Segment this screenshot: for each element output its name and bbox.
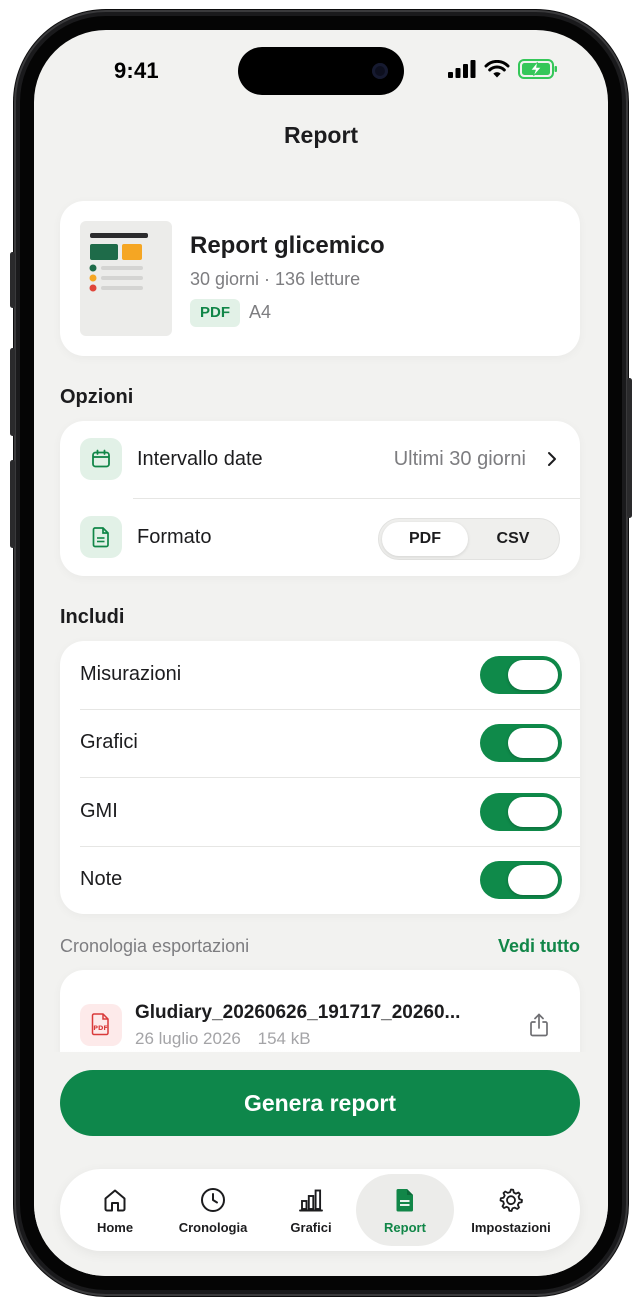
date-range-label: Intervallo date [137, 448, 263, 470]
status-icons [448, 59, 558, 79]
file-meta: 26 luglio 2026 154 kB [135, 1029, 323, 1049]
include-row-notes: Note [60, 846, 580, 914]
tab-settings[interactable]: Impostazioni [458, 1174, 564, 1246]
bar-chart-icon [262, 1186, 360, 1216]
include-row-charts: Grafici [60, 709, 580, 777]
gmi-toggle[interactable] [480, 793, 562, 831]
toggle-knob [508, 797, 558, 827]
tab-home[interactable]: Home [66, 1174, 164, 1246]
format-badge: PDF [190, 299, 240, 327]
format-label: Formato [137, 526, 212, 548]
toggle-knob [508, 728, 558, 758]
tab-history[interactable]: Cronologia [164, 1174, 262, 1246]
camera-icon [372, 63, 388, 79]
include-label: Misurazioni [80, 663, 182, 685]
page-title: Report [283, 122, 359, 148]
home-icon [66, 1186, 164, 1216]
report-title: Report glicemico [190, 232, 385, 259]
toggle-knob [508, 865, 558, 895]
report-preview-icon [89, 233, 148, 292]
see-all-link[interactable]: Vedi tutto [498, 936, 580, 957]
share-icon[interactable] [528, 1012, 550, 1038]
dynamic-island [238, 47, 404, 95]
tab-label: Impostazioni [471, 1220, 551, 1235]
volume-down-button [10, 460, 15, 548]
report-subtitle: 30 giorni · 136 letture [190, 269, 361, 289]
format-option-pdf[interactable]: PDF [382, 522, 468, 556]
status-time: 9:41 [114, 58, 159, 83]
report-summary-card: Report glicemico 30 giorni · 136 letture… [60, 201, 580, 356]
tab-label: Cronologia [178, 1220, 248, 1235]
tab-label: Grafici [290, 1220, 332, 1235]
action-button [10, 252, 15, 308]
options-card: Intervallo date Ultimi 30 giorni Formato… [60, 421, 580, 576]
include-section-title: Includi [60, 606, 125, 628]
wifi-icon [484, 59, 510, 77]
include-label: Grafici [80, 731, 138, 753]
include-label: Note [80, 868, 123, 890]
file-name: Gludiary_20260626_191717_20260... [135, 1002, 461, 1023]
measurements-toggle[interactable] [480, 656, 562, 694]
generate-report-button[interactable]: Genera report [60, 1070, 580, 1136]
paper-size: A4 [249, 302, 272, 322]
report-thumbnail [80, 221, 172, 336]
charts-toggle[interactable] [480, 724, 562, 762]
screen: 9:41 Report Report glicemico 30 giorni ·… [34, 30, 608, 1276]
date-range-row[interactable]: Intervallo date Ultimi 30 giorni [60, 421, 580, 499]
date-range-value: Ultimi 30 giorni [393, 448, 526, 470]
cellular-signal-icon [448, 60, 476, 78]
document-icon [356, 1186, 454, 1216]
toggle-knob [508, 660, 558, 690]
format-row: Formato PDF CSV [60, 499, 580, 577]
notes-toggle[interactable] [480, 861, 562, 899]
tab-charts[interactable]: Grafici [262, 1174, 360, 1246]
include-card: Misurazioni Grafici GMI Note [60, 641, 580, 914]
file-date: 26 luglio 2026 [135, 1029, 241, 1048]
document-icon [80, 516, 122, 558]
format-option-csv[interactable]: CSV [470, 522, 556, 556]
pdf-file-icon: PDF [80, 1004, 122, 1046]
include-row-gmi: GMI [60, 778, 580, 846]
battery-charging-icon [518, 59, 557, 79]
format-segmented-control: PDF CSV [378, 518, 560, 560]
status-bar: 9:41 [34, 30, 608, 110]
tab-label: Home [96, 1220, 134, 1235]
clock-icon [164, 1186, 262, 1216]
tab-bar: Home Cronologia Grafici Report Impostazi… [60, 1169, 580, 1251]
gear-icon [458, 1186, 564, 1216]
file-size: 154 kB [257, 1029, 311, 1048]
options-section-title: Opzioni [60, 386, 134, 408]
include-label: GMI [80, 800, 118, 822]
chevron-right-icon [548, 452, 556, 466]
tab-report[interactable]: Report [356, 1174, 454, 1246]
volume-up-button [10, 348, 15, 436]
tab-label: Report [384, 1220, 426, 1235]
pdf-file-icon-label: PDF [93, 1024, 108, 1032]
calendar-icon [80, 438, 122, 480]
history-section-title: Cronologia esportazioni [60, 936, 250, 956]
include-row-measurements: Misurazioni [60, 641, 580, 709]
power-button [627, 378, 632, 518]
